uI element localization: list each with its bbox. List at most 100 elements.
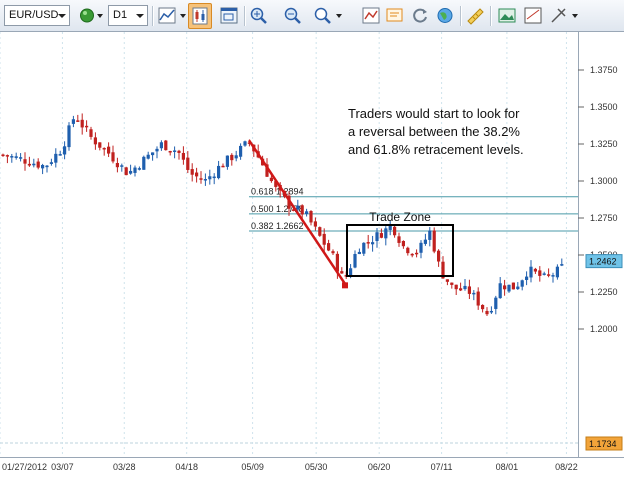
candle-body	[239, 145, 243, 157]
note-line-1: Traders would start to look for	[348, 106, 520, 121]
candle-body	[437, 250, 441, 262]
candle-body	[547, 274, 551, 276]
candle-body	[445, 279, 449, 282]
chevron-down-icon	[136, 14, 144, 18]
candle-body	[384, 228, 388, 239]
candle-body	[397, 236, 401, 243]
candle-body	[190, 169, 194, 175]
plot-area[interactable]	[0, 32, 578, 457]
chart-window-button[interactable]	[218, 5, 240, 26]
date-tick-label: 08/22	[555, 462, 578, 472]
indicator-button[interactable]	[360, 5, 382, 26]
zoom-in-icon	[250, 7, 267, 24]
candle-body	[41, 165, 45, 169]
candle-body	[331, 251, 335, 254]
date-tick-label: 06/20	[368, 462, 391, 472]
fib-level-label: 0.618 1.2894	[251, 187, 304, 197]
candle-body	[542, 273, 546, 275]
price-tick-label: 1.2750	[590, 213, 618, 223]
candle-body	[32, 163, 36, 166]
timeframe-select[interactable]: D1	[108, 5, 148, 26]
note-line-3: and 61.8% retracement levels.	[348, 142, 524, 157]
candle-body	[234, 155, 238, 159]
candle-body	[137, 168, 141, 170]
globe-button[interactable]	[434, 5, 456, 26]
candle-body	[454, 284, 458, 290]
candle-body	[10, 156, 14, 158]
symbol-value: EUR/USD	[9, 9, 59, 21]
date-tick-label: 05/09	[241, 462, 264, 472]
chart-status-button[interactable]	[76, 5, 106, 26]
candle-body	[357, 251, 361, 255]
candle-body	[533, 268, 537, 272]
candle-body	[93, 137, 97, 145]
candle-body	[353, 253, 357, 268]
candle-body	[393, 226, 397, 236]
zoom-dropdown[interactable]	[334, 5, 346, 26]
trend-line-handle[interactable]	[342, 282, 348, 289]
zoom-in-button[interactable]	[248, 5, 270, 26]
candle-body	[142, 156, 146, 170]
ruler-button[interactable]	[464, 5, 486, 26]
candle-body	[173, 150, 177, 152]
fib-level-label: 0.382 1.2662	[251, 221, 304, 231]
candle-body	[111, 152, 115, 162]
date-tick-label: 03/28	[113, 462, 136, 472]
candle-body	[419, 242, 423, 253]
candle-body	[423, 239, 427, 244]
screenshot-icon	[498, 8, 516, 23]
candlestick-chart-button[interactable]	[188, 3, 212, 29]
price-tick-label: 1.3750	[590, 65, 618, 75]
line-chart-button[interactable]	[156, 5, 178, 26]
alert-button[interactable]	[384, 5, 406, 26]
chevron-down-icon	[572, 14, 578, 18]
candle-body	[503, 285, 507, 290]
candle-body	[129, 170, 133, 174]
candle-body	[313, 221, 317, 227]
globe-icon	[437, 8, 453, 23]
candle-body	[208, 176, 212, 180]
candle-body	[168, 151, 172, 153]
candle-body	[463, 285, 467, 290]
refresh-button[interactable]	[410, 5, 432, 26]
candle-body	[98, 142, 102, 148]
zoom-level-button[interactable]	[312, 5, 334, 26]
candle-body	[115, 162, 119, 168]
candle-body	[5, 155, 9, 157]
candle-body	[322, 233, 326, 245]
candle-body	[45, 165, 49, 168]
drawing-tools-dropdown[interactable]	[570, 5, 582, 26]
drawing-tools-icon	[551, 8, 566, 23]
candle-body	[155, 148, 159, 152]
candle-body	[107, 146, 111, 154]
symbol-select[interactable]: EUR/USD	[4, 5, 70, 26]
drawing-tools-button[interactable]	[548, 5, 570, 26]
candle-body	[243, 141, 247, 146]
screenshot-button[interactable]	[496, 5, 518, 26]
candle-body	[371, 242, 375, 245]
price-chart[interactable]: 1.37501.35001.32501.30001.27501.25001.22…	[0, 32, 624, 477]
template-button[interactable]	[522, 5, 544, 26]
candle-body	[23, 159, 27, 164]
candle-body	[212, 176, 216, 179]
chart-status-icon	[80, 8, 103, 23]
candle-body	[362, 242, 366, 254]
candle-body	[124, 167, 128, 176]
chart-toolbar: EUR/USD D1	[0, 0, 624, 32]
candle-body	[199, 178, 203, 180]
low-price-value: 1.1734	[589, 439, 617, 449]
zoom-out-button[interactable]	[282, 5, 304, 26]
candle-body	[300, 205, 304, 215]
zoom-level-icon	[314, 7, 331, 24]
candle-body	[177, 150, 181, 153]
candle-body	[14, 156, 18, 158]
candle-body	[195, 172, 199, 177]
candle-body	[309, 211, 313, 223]
date-tick-label: 03/07	[51, 462, 74, 472]
candle-body	[498, 283, 502, 299]
candle-body	[388, 225, 392, 230]
candle-body	[327, 243, 331, 251]
note-line-2: a reversal between the 38.2%	[348, 124, 520, 139]
candle-body	[71, 119, 75, 124]
candle-body	[186, 157, 190, 170]
